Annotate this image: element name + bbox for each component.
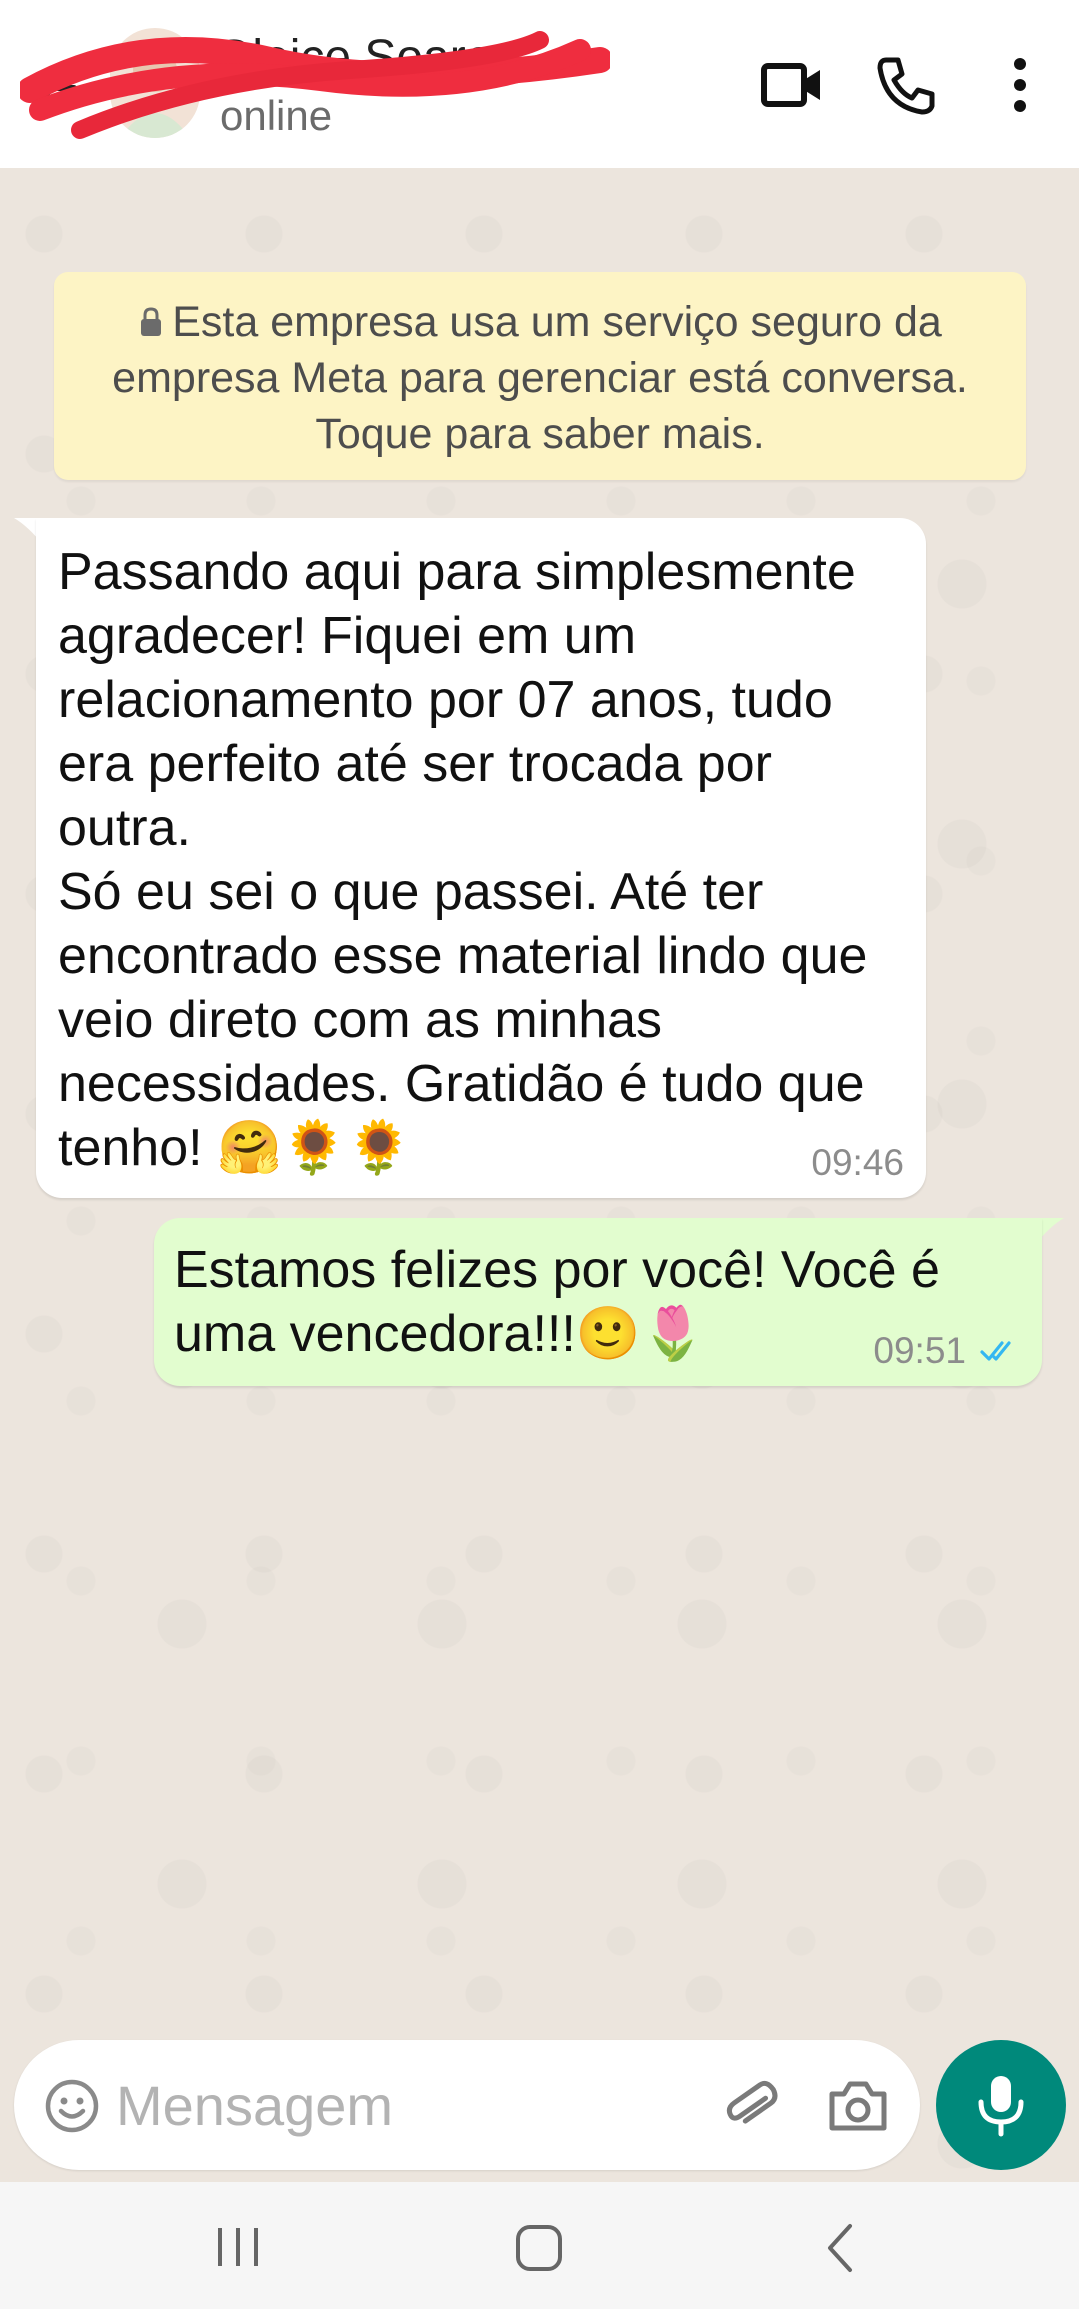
camera-icon[interactable] — [826, 2076, 890, 2136]
emoji-icon[interactable] — [44, 2078, 100, 2134]
back-icon[interactable] — [820, 2220, 860, 2276]
attach-icon[interactable] — [720, 2074, 784, 2138]
incoming-message-text: Passando aqui para simplesmente agradece… — [58, 540, 918, 1180]
message-composer — [14, 2040, 920, 2170]
message-input[interactable] — [116, 2062, 696, 2148]
system-navigation-bar — [0, 2182, 1079, 2309]
outgoing-message[interactable]: Estamos felizes por você! Você é uma ven… — [154, 1218, 1042, 1386]
mic-icon — [978, 2076, 1024, 2137]
lock-icon — [141, 307, 162, 336]
recent-apps-icon[interactable] — [208, 2222, 268, 2272]
encryption-notice[interactable]: Esta empresa usa um serviço seguro da em… — [54, 272, 1026, 480]
message-time: 09:46 — [811, 1142, 904, 1183]
message-time: 09:51 — [873, 1330, 966, 1371]
message-text: Passando aqui para simplesmente agradece… — [58, 543, 868, 1177]
home-icon[interactable] — [513, 2222, 565, 2274]
voice-message-button[interactable] — [936, 2040, 1066, 2170]
incoming-message[interactable]: Passando aqui para simplesmente agradece… — [36, 518, 926, 1198]
chat-header: Gleice Soares online — [0, 0, 1079, 168]
video-call-icon[interactable] — [758, 50, 828, 120]
double-check-read-icon — [980, 1341, 1011, 1361]
more-options-icon[interactable] — [990, 50, 1050, 120]
contact-status: online — [220, 92, 333, 139]
phone-call-icon[interactable] — [872, 50, 942, 120]
notice-text: Esta empresa usa um serviço seguro da em… — [112, 298, 968, 458]
